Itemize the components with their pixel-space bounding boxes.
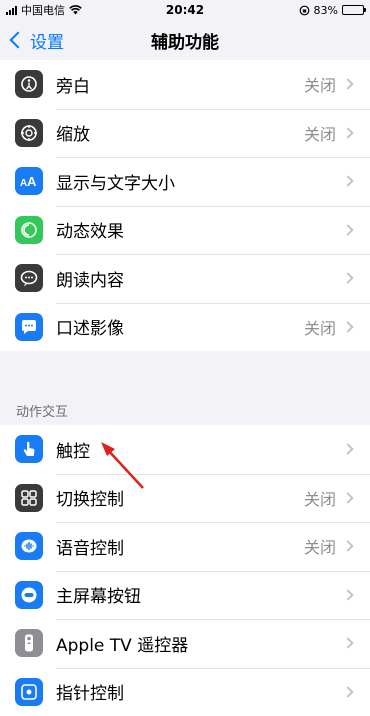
back-button[interactable]: 设置 (8, 28, 64, 53)
row-value: 关闭 (304, 315, 336, 339)
back-label: 设置 (30, 28, 64, 53)
row-label: 主屏幕按钮 (56, 582, 344, 607)
section-gap (0, 351, 370, 389)
row-label: 缩放 (56, 120, 304, 145)
chevron-right-icon (342, 541, 353, 552)
status-bar: 中国电信 20:42 83% (0, 0, 370, 20)
settings-group-vision: 旁白关闭缩放关闭AA显示与文字大小动态效果朗读内容口述影像关闭 (0, 60, 370, 351)
chevron-right-icon (342, 273, 353, 284)
chevron-right-icon (342, 686, 353, 697)
chevron-left-icon (10, 32, 27, 49)
settings-group-interaction: 触控切换控制关闭语音控制关闭主屏幕按钮Apple TV 遥控器指针控制 (0, 425, 370, 716)
home-button-icon (15, 581, 43, 609)
wifi-icon (69, 5, 82, 15)
nav-bar: 设置 辅助功能 (0, 20, 370, 60)
touch-icon (15, 435, 43, 463)
row-value: 关闭 (304, 121, 336, 145)
row-label: 动态效果 (56, 217, 344, 242)
row-value: 关闭 (304, 534, 336, 558)
chevron-right-icon (342, 321, 353, 332)
pointer-control-icon (15, 678, 43, 706)
status-time: 20:42 (136, 3, 234, 17)
settings-item-row[interactable]: AA 显示与文字大小 (0, 157, 370, 206)
settings-item-row[interactable]: 缩放关闭 (0, 109, 370, 158)
orientation-lock-icon (299, 5, 310, 16)
row-label: 旁白 (56, 72, 304, 97)
audio-description-icon (15, 313, 43, 341)
voiceover-icon (15, 70, 43, 98)
settings-item-row[interactable]: 触控 (0, 425, 370, 474)
chevron-right-icon (342, 492, 353, 503)
row-label: 指针控制 (56, 679, 344, 704)
settings-list: 旁白关闭缩放关闭AA显示与文字大小动态效果朗读内容口述影像关闭 动作交互 触控切… (0, 60, 370, 716)
voice-control-icon (15, 532, 43, 560)
zoom-icon (15, 119, 43, 147)
chevron-right-icon (342, 444, 353, 455)
settings-item-row[interactable]: 切换控制关闭 (0, 474, 370, 523)
settings-item-row[interactable]: 指针控制 (0, 668, 370, 716)
status-right: 83% (234, 4, 364, 17)
settings-item-row[interactable]: 旁白关闭 (0, 60, 370, 109)
status-left: 中国电信 (6, 2, 136, 18)
motion-icon (15, 216, 43, 244)
settings-item-row[interactable]: 主屏幕按钮 (0, 571, 370, 620)
switch-control-icon (15, 484, 43, 512)
settings-item-row[interactable]: Apple TV 遥控器 (0, 619, 370, 668)
spoken-content-icon (15, 264, 43, 292)
chevron-right-icon (342, 224, 353, 235)
settings-item-row[interactable]: 语音控制关闭 (0, 522, 370, 571)
row-label: 切换控制 (56, 485, 304, 510)
row-label: 显示与文字大小 (56, 169, 344, 194)
chevron-right-icon (342, 589, 353, 600)
svg-text:A: A (27, 174, 37, 189)
carrier-label: 中国电信 (21, 2, 65, 18)
chevron-right-icon (342, 127, 353, 138)
chevron-right-icon (342, 79, 353, 90)
battery-percent: 83% (314, 4, 338, 17)
row-value: 关闭 (304, 72, 336, 96)
row-label: 语音控制 (56, 534, 304, 559)
row-label: 朗读内容 (56, 266, 344, 291)
text-size-icon: AA (15, 167, 43, 195)
section-header-physical-motor: 动作交互 (0, 389, 370, 425)
chevron-right-icon (342, 638, 353, 649)
chevron-right-icon (342, 176, 353, 187)
signal-icon (6, 5, 17, 15)
row-label: Apple TV 遥控器 (56, 631, 344, 656)
settings-item-row[interactable]: 口述影像关闭 (0, 303, 370, 352)
battery-icon (342, 5, 364, 15)
settings-item-row[interactable]: 动态效果 (0, 206, 370, 255)
row-value: 关闭 (304, 486, 336, 510)
row-label: 触控 (56, 437, 344, 462)
tv-remote-icon (15, 629, 43, 657)
settings-item-row[interactable]: 朗读内容 (0, 254, 370, 303)
row-label: 口述影像 (56, 314, 304, 339)
